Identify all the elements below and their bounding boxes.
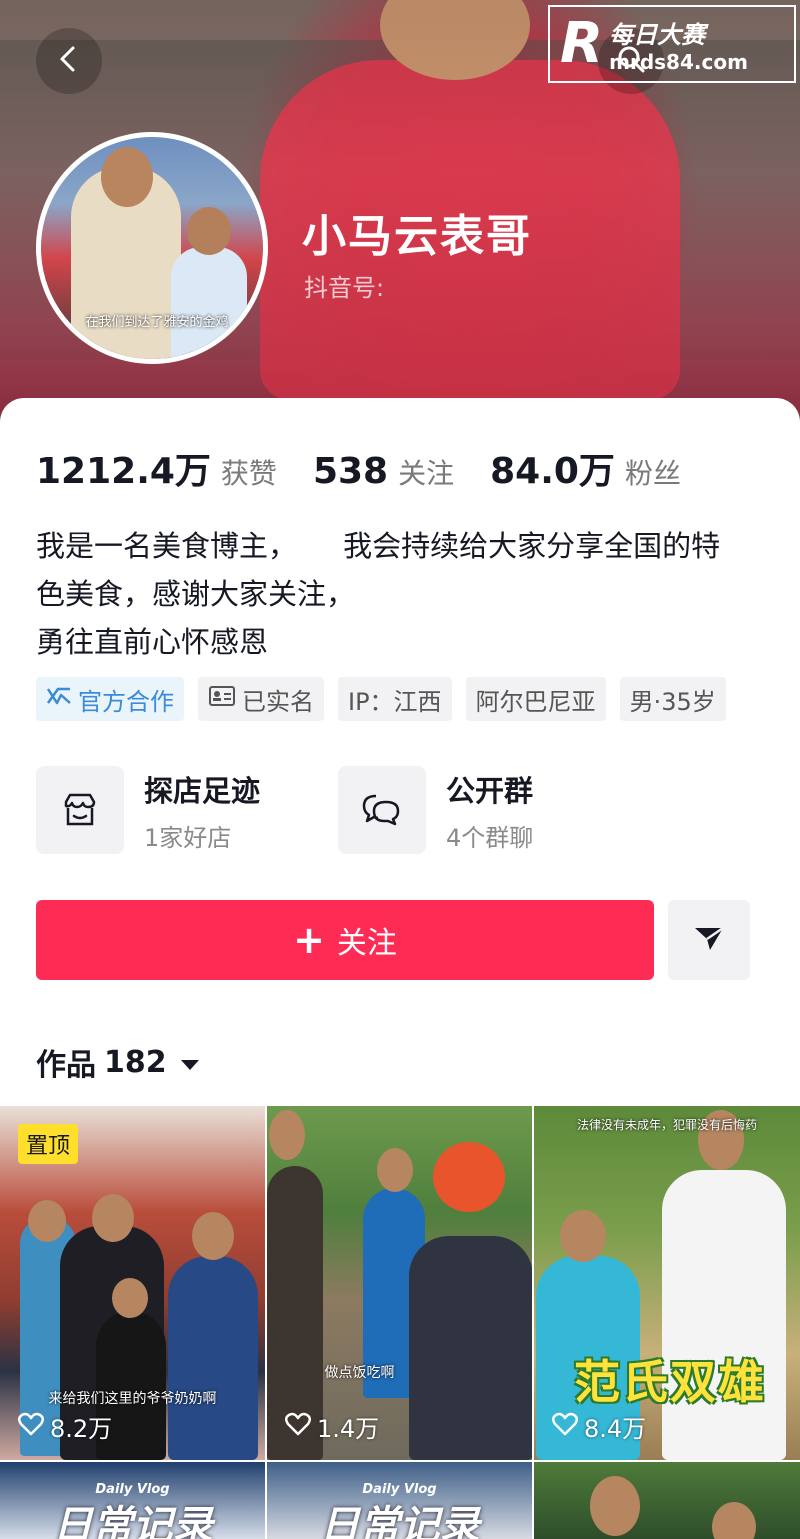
store-icon [36, 766, 124, 854]
heart-icon [285, 1412, 317, 1442]
tag-ip: IP：江西 [338, 677, 452, 721]
works-tab[interactable]: 作品 182 [36, 1040, 201, 1084]
watermark-logo: R [560, 11, 604, 76]
watermark-brand: 每日大赛 [609, 20, 706, 49]
profile-stats: 1212.4万 获赞 538 关注 84.0万 粉丝 [36, 442, 717, 494]
tag-verified[interactable]: 已实名 [198, 677, 324, 721]
video-vlog-cn: 日常记录 [52, 1503, 213, 1539]
video-vlog-cn: 日常记录 [319, 1503, 480, 1539]
public-group-entry[interactable]: 公开群 4个群聊 [338, 766, 640, 854]
stat-likes-label: 获赞 [220, 457, 277, 490]
video-tile[interactable] [534, 1462, 800, 1539]
stat-following[interactable]: 538 关注 [313, 451, 454, 492]
tag-official-partner[interactable]: 官方合作 [36, 677, 184, 721]
video-subtitle: 做点饭吃啊 [324, 1365, 395, 1381]
id-card-icon [208, 685, 242, 713]
tag-verified-label: 已实名 [242, 687, 314, 716]
video-likes-count: 8.2万 [50, 1415, 113, 1443]
send-icon [692, 923, 726, 957]
video-tile[interactable]: 置顶 来给我们这里的爷爷奶奶啊 8.2万 [0, 1106, 265, 1460]
stat-followers-value: 84.0万 [490, 451, 615, 492]
profile-bio: 我是一名美食博主， 我会持续给大家分享全国的特 色美食，感谢大家关注， 勇往直前… [36, 522, 766, 666]
shop-visits-title: 探店足迹 [144, 773, 261, 808]
stat-following-value: 538 [312, 451, 389, 492]
works-count: 182 [104, 1044, 167, 1080]
official-partner-icon [46, 685, 78, 713]
profile-entries: 探店足迹 1家好店 公开群 4个群聊 [36, 766, 640, 854]
stat-likes[interactable]: 1212.4万 获赞 [36, 442, 277, 494]
video-likes: 8.4万 [552, 1409, 646, 1444]
profile-card: 1212.4万 获赞 538 关注 84.0万 粉丝 我是一名美食博主， 我会持… [0, 398, 800, 1539]
shop-visits-sub: 1家好店 [144, 823, 232, 852]
tag-gender-age: 男·35岁 [619, 677, 726, 721]
avatar-caption: 在我们到达了雅安的金鸡 [85, 315, 229, 330]
works-label: 作品 [36, 1048, 96, 1083]
video-tile[interactable]: 做点饭吃啊 1.4万 [267, 1106, 532, 1460]
video-caption: 范氏双雄 [574, 1355, 766, 1409]
heart-icon [552, 1412, 584, 1442]
avatar[interactable]: 在我们到达了雅安的金鸡 [36, 132, 268, 364]
video-likes-count: 8.4万 [584, 1415, 647, 1443]
chat-bubbles-icon [338, 766, 426, 854]
stat-followers-label: 粉丝 [624, 457, 681, 490]
video-tile[interactable]: Daily Vlog 日常记录 [0, 1462, 265, 1539]
chevron-left-icon [54, 44, 84, 78]
video-tile[interactable]: 法律没有未成年，犯罪没有后悔药 范氏双雄 8.4万 [534, 1106, 800, 1460]
tag-official-label: 官方合作 [78, 687, 174, 716]
stat-followers[interactable]: 84.0万 粉丝 [490, 442, 681, 494]
bio-line: 勇往直前心怀感恩 [36, 625, 269, 659]
share-button[interactable] [668, 900, 750, 980]
bio-line: 色美食，感谢大家关注， [36, 577, 356, 611]
video-likes: 8.2万 [18, 1409, 112, 1444]
video-likes-count: 1.4万 [317, 1415, 380, 1443]
shop-visits-entry[interactable]: 探店足迹 1家好店 [36, 766, 338, 854]
follow-button[interactable]: + 关注 [36, 900, 654, 980]
stat-following-label: 关注 [398, 457, 455, 490]
video-likes: 1.4万 [285, 1409, 379, 1444]
heart-icon [18, 1412, 50, 1442]
video-tile[interactable]: Daily Vlog 日常记录 [267, 1462, 532, 1539]
plus-icon: + [293, 918, 325, 962]
video-top-caption: 法律没有未成年，犯罪没有后悔药 [576, 1118, 757, 1132]
public-group-sub: 4个群聊 [446, 823, 534, 852]
douyin-id[interactable]: 抖音号: [304, 268, 384, 303]
pinned-badge: 置顶 [18, 1124, 79, 1164]
caret-down-icon [179, 1045, 201, 1080]
stat-likes-value: 1212.4万 [36, 451, 211, 492]
public-group-title: 公开群 [446, 773, 534, 808]
video-grid: 置顶 来给我们这里的爷爷奶奶啊 8.2万 做点饭吃啊 1.4万 法律没有未成年，… [0, 1106, 800, 1539]
watermark: R 每日大赛 mrds84.com [548, 5, 796, 83]
profile-name: 小马云表哥 [302, 211, 532, 262]
profile-tags: 官方合作 已实名 IP：江西 阿尔巴尼亚 男·35岁 [36, 677, 740, 721]
back-button[interactable] [36, 28, 102, 94]
watermark-url: mrds84.com [609, 49, 748, 74]
follow-label: 关注 [336, 926, 397, 961]
tag-location: 阿尔巴尼亚 [465, 677, 606, 721]
bio-line: 我是一名美食博主， 我会持续给大家分享全国的特 [36, 529, 721, 563]
video-subtitle: 来给我们这里的爷爷奶奶啊 [48, 1391, 217, 1407]
